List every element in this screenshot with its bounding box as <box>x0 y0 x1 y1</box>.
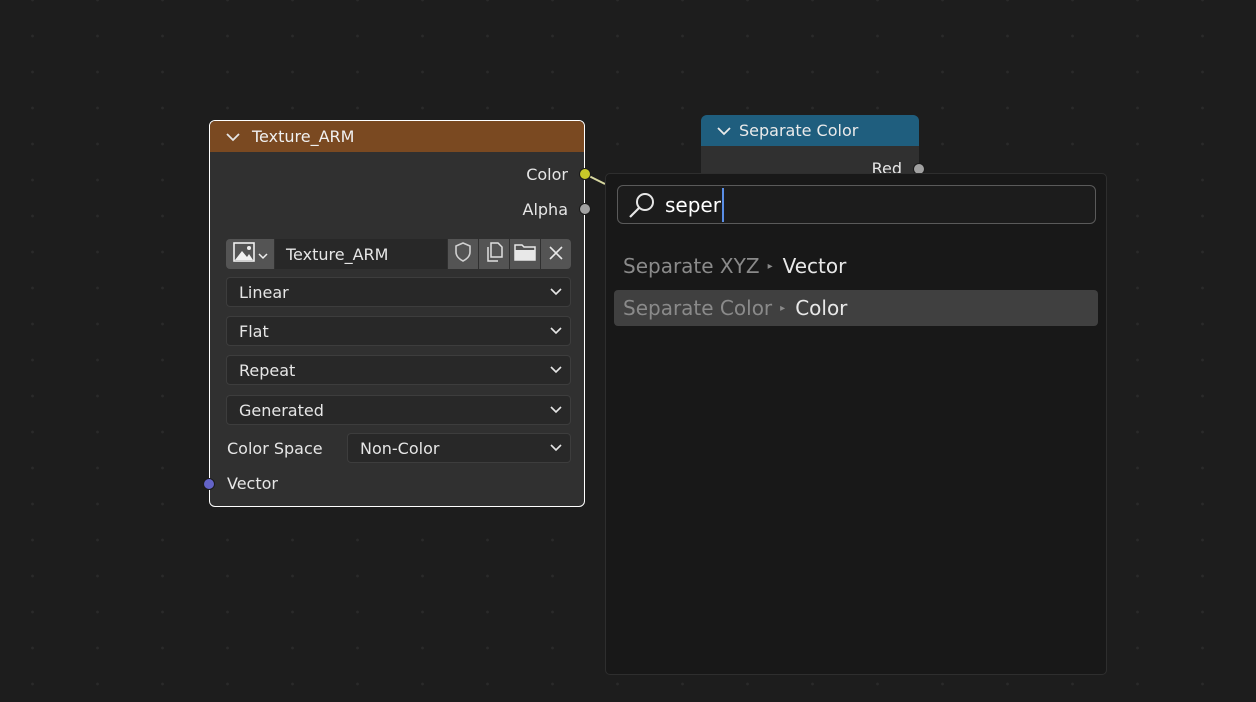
result-category: Separate XYZ <box>623 254 760 278</box>
node-title: Texture_ARM <box>252 127 355 146</box>
result-name: Vector <box>782 254 847 278</box>
chevron-down-icon <box>550 444 562 452</box>
chevron-down-icon[interactable] <box>717 126 731 136</box>
close-icon <box>549 245 563 264</box>
node-header[interactable]: Texture_ARM <box>210 121 584 152</box>
output-color-label: Color <box>526 165 568 184</box>
image-icon <box>232 242 255 266</box>
interpolation-value: Linear <box>239 282 289 302</box>
image-texture-node[interactable]: Texture_ARM Color Alpha Texture_ARM Line… <box>203 120 591 507</box>
color-space-dropdown[interactable]: Non-Color <box>347 433 571 463</box>
chevron-down-icon[interactable] <box>226 132 240 142</box>
output-alpha-label: Alpha <box>522 200 569 219</box>
duplicate-icon <box>484 242 504 266</box>
interpolation-dropdown[interactable]: Linear <box>226 277 571 307</box>
folder-icon <box>514 243 536 265</box>
text-caret <box>721 187 724 222</box>
alpha-output-socket[interactable] <box>579 203 591 215</box>
chevron-down-icon <box>257 245 268 264</box>
vector-input-label: Vector <box>227 474 278 493</box>
vector-input-socket[interactable] <box>203 478 215 490</box>
node-title: Separate Color <box>739 121 859 140</box>
chevron-down-icon <box>550 288 562 296</box>
source-value: Generated <box>239 400 324 420</box>
submenu-arrow-icon: ▸ <box>780 302 786 314</box>
search-input[interactable]: seper <box>617 185 1096 224</box>
duplicate-image-button[interactable] <box>479 239 509 269</box>
projection-value: Flat <box>239 321 269 341</box>
open-image-button[interactable] <box>510 239 540 269</box>
extension-value: Repeat <box>239 360 296 380</box>
image-selector: Texture_ARM <box>226 239 571 269</box>
projection-dropdown[interactable]: Flat <box>226 316 571 346</box>
result-category: Separate Color <box>623 296 773 320</box>
search-result-separate-color[interactable]: Separate Color ▸ Color <box>614 290 1098 326</box>
image-name-field[interactable]: Texture_ARM <box>275 239 447 269</box>
color-space-label: Color Space <box>227 439 323 458</box>
search-icon <box>628 191 656 219</box>
fake-user-button[interactable] <box>448 239 478 269</box>
chevron-down-icon <box>550 366 562 374</box>
result-name: Color <box>795 296 848 320</box>
source-dropdown[interactable]: Generated <box>226 395 571 425</box>
search-result-separate-xyz[interactable]: Separate XYZ ▸ Vector <box>614 248 1098 284</box>
chevron-down-icon <box>550 406 562 414</box>
shield-icon <box>454 242 472 266</box>
color-output-socket[interactable] <box>579 168 591 180</box>
chevron-down-icon <box>550 327 562 335</box>
search-query: seper <box>665 192 721 217</box>
unlink-image-button[interactable] <box>541 239 571 269</box>
image-browse-button[interactable] <box>226 239 274 269</box>
submenu-arrow-icon: ▸ <box>767 260 773 272</box>
node-search-menu: seper Separate XYZ ▸ Vector Separate Col… <box>605 173 1107 675</box>
extension-dropdown[interactable]: Repeat <box>226 355 571 385</box>
node-header[interactable]: Separate Color <box>701 115 919 146</box>
color-space-value: Non-Color <box>360 438 440 458</box>
